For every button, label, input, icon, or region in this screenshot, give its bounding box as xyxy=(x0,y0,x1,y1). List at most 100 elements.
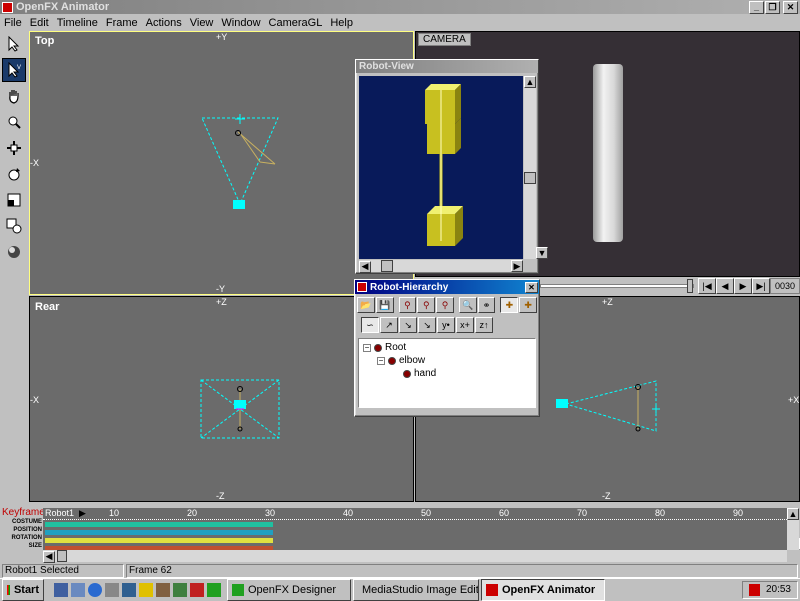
timeline-hscroll[interactable]: ◀ xyxy=(43,550,787,563)
sphere-tool[interactable] xyxy=(2,240,26,264)
z-axis-button[interactable]: z↑ xyxy=(475,317,493,333)
windows-logo-icon xyxy=(7,584,10,595)
prev-frame-button[interactable]: ◀ xyxy=(716,278,734,294)
camera-time-slider[interactable] xyxy=(540,279,694,293)
minimize-button[interactable]: _ xyxy=(749,1,764,14)
arrow-bend-icon[interactable]: ↘ xyxy=(399,317,417,333)
menu-frame[interactable]: Frame xyxy=(102,17,142,29)
y-axis-button[interactable]: y• xyxy=(437,317,455,333)
timeline-ruler: Robot1 ▶ 10 20 30 40 50 60 70 80 90 xyxy=(43,508,787,520)
ql-tool-icon[interactable] xyxy=(156,582,170,597)
robot-hierarchy-title: Robot-Hierarchy xyxy=(370,281,449,293)
svg-text:V: V xyxy=(17,65,21,71)
zoom-fit-icon[interactable]: 🔍 xyxy=(458,297,477,313)
rotation-track-bar[interactable] xyxy=(45,538,273,543)
tree-label-root: Root xyxy=(385,342,407,353)
robot-arm-model xyxy=(425,84,463,246)
arrow-ne-icon[interactable]: ↗ xyxy=(380,317,398,333)
zoom-tool[interactable] xyxy=(2,110,26,134)
costume-track-bar[interactable] xyxy=(45,522,273,527)
node-icon xyxy=(388,356,396,365)
hierarchy-toolbar-1: 📂 💾 ⚲ ⚲ ⚲ 🔍 ⚭ ✚ ✚ xyxy=(355,294,539,316)
app-icon xyxy=(2,1,13,13)
menu-actions[interactable]: Actions xyxy=(142,17,186,29)
robot-view-title: Robot-View xyxy=(359,61,414,72)
ql-network-icon[interactable] xyxy=(71,582,85,597)
rotate-tool[interactable] xyxy=(2,162,26,186)
task-mediastudio[interactable]: MediaStudio Image Editor xyxy=(353,578,479,601)
task-openfx-animator[interactable]: OpenFX Animator xyxy=(481,578,605,601)
save-disk-icon[interactable]: 💾 xyxy=(375,297,394,313)
figure-icon-3[interactable]: ⚲ xyxy=(436,297,454,313)
menu-bar: File Edit Timeline Frame Actions View Wi… xyxy=(0,15,800,30)
menu-window[interactable]: Window xyxy=(217,17,264,29)
menu-cameragl[interactable]: CameraGL xyxy=(265,17,327,29)
tree-node-elbow[interactable]: − elbow xyxy=(377,355,531,366)
robot-hierarchy-title-bar[interactable]: Robot-Hierarchy ✕ xyxy=(355,280,539,294)
select-multi-tool[interactable]: V xyxy=(2,58,26,82)
app-title-bar: OpenFX Animator xyxy=(0,0,800,14)
system-tray: 20:53 xyxy=(742,580,798,599)
rewind-button[interactable]: |◀ xyxy=(698,278,716,294)
close-button[interactable]: ✕ xyxy=(783,1,798,14)
select-arrow-tool[interactable] xyxy=(2,32,26,56)
menu-view[interactable]: View xyxy=(186,17,218,29)
robot-view-title-bar[interactable]: Robot-View xyxy=(356,60,538,73)
link-icon[interactable]: ⚭ xyxy=(477,297,496,313)
hierarchy-close-button[interactable]: ✕ xyxy=(525,281,538,293)
camera-column-object xyxy=(593,64,623,242)
group-tool[interactable] xyxy=(2,214,26,238)
menu-file[interactable]: File xyxy=(0,17,26,29)
play-button[interactable]: ▶ xyxy=(734,278,752,294)
tree-node-hand[interactable]: hand xyxy=(403,368,531,379)
position-track-bar[interactable] xyxy=(45,530,273,535)
joint-pin2-icon[interactable]: ✚ xyxy=(519,297,538,313)
move-cross-tool[interactable] xyxy=(2,136,26,160)
ql-play-icon[interactable] xyxy=(139,582,153,597)
camera-label: CAMERA xyxy=(418,33,471,46)
ql-app-icon[interactable] xyxy=(122,582,136,597)
robot-view-canvas xyxy=(359,76,523,259)
open-folder-icon[interactable]: 📂 xyxy=(357,297,375,313)
tree-node-root[interactable]: − Root xyxy=(363,342,531,353)
app-title: OpenFX Animator xyxy=(16,1,110,13)
ql-gear-icon[interactable] xyxy=(173,582,187,597)
figure-icon-1[interactable]: ⚲ xyxy=(398,297,417,313)
restore-button[interactable]: ❐ xyxy=(765,1,780,14)
timeline-track-area[interactable]: Robot1 ▶ 10 20 30 40 50 60 70 80 90 xyxy=(43,508,787,550)
ql-ie-icon[interactable] xyxy=(88,582,102,597)
robot-view-vscroll[interactable]: ▲ ▼ xyxy=(524,76,548,259)
tool-palette: V xyxy=(2,32,28,264)
tree-label-hand: hand xyxy=(414,368,437,379)
joint-pin-icon[interactable]: ✚ xyxy=(500,297,519,313)
track-labels: COSTUME POSITION ROTATION SIZE xyxy=(11,519,42,549)
ql-desktop-icon[interactable] xyxy=(54,582,68,597)
ql-fx-icon[interactable] xyxy=(190,582,204,597)
task-openfx-designer[interactable]: OpenFX Designer xyxy=(227,578,351,601)
menu-help[interactable]: Help xyxy=(326,17,357,29)
next-frame-button[interactable]: ▶| xyxy=(752,278,770,294)
taskbar: Start OpenFX Designer MediaStudio Image … xyxy=(0,578,800,601)
pan-hand-tool[interactable] xyxy=(2,84,26,108)
timeline-vscroll[interactable]: ▲ ▼ xyxy=(787,508,800,550)
clock: 20:53 xyxy=(765,584,791,595)
robot-view-window: Robot-View ▲ ▼ ◀ ▶ xyxy=(355,59,548,274)
quicklaunch xyxy=(54,582,221,597)
keyframer-label: Keyframer xyxy=(2,507,49,518)
curve-tool-icon[interactable]: ∽ xyxy=(361,317,379,333)
status-bar: Robot1 Selected Frame 62 xyxy=(0,564,800,578)
scale-tool[interactable] xyxy=(2,188,26,212)
tray-app-icon[interactable] xyxy=(749,583,760,596)
ql-green-icon[interactable] xyxy=(207,582,221,597)
arrow-se-icon[interactable]: ↘ xyxy=(418,317,436,333)
figure-icon-2[interactable]: ⚲ xyxy=(417,297,436,313)
menu-edit[interactable]: Edit xyxy=(26,17,53,29)
robot-view-hscroll[interactable]: ◀ ▶ xyxy=(359,260,523,273)
x-axis-button[interactable]: x+ xyxy=(456,317,474,333)
status-left: Robot1 Selected xyxy=(2,564,124,578)
start-button[interactable]: Start xyxy=(2,578,44,601)
ql-disk-icon[interactable] xyxy=(105,582,119,597)
hierarchy-tree: − Root − elbow hand xyxy=(358,338,536,408)
menu-timeline[interactable]: Timeline xyxy=(53,17,102,29)
frame-counter: 0030 xyxy=(770,278,800,294)
